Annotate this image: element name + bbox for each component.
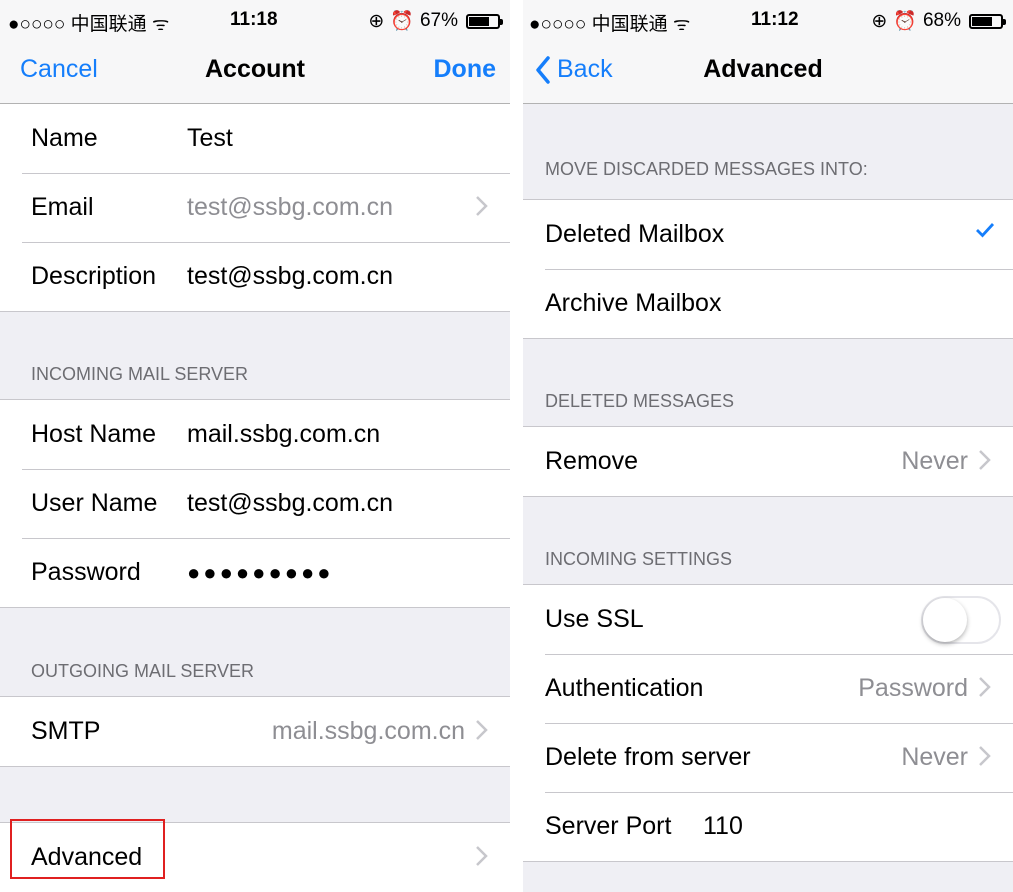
nav-bar: Back Advanced — [523, 38, 1013, 104]
authentication-value: Password — [858, 674, 968, 702]
remove-label: Remove — [545, 447, 639, 475]
name-row[interactable]: Name Test — [0, 104, 510, 173]
chevron-right-icon — [476, 846, 488, 866]
deleted-mailbox-row[interactable]: Deleted Mailbox — [523, 200, 1013, 269]
nav-bar: Cancel Account Done — [0, 38, 510, 104]
delete-from-server-value: Never — [901, 743, 968, 771]
battery-icon — [969, 13, 1006, 29]
account-screen: ●○○○○ 中国联通 ᯤ 11:18 ⊕ ⏰ 67% Cancel Accoun… — [0, 0, 510, 892]
advanced-row[interactable]: Advanced — [0, 819, 510, 892]
description-row[interactable]: Description test@ssbg.com.cn — [0, 242, 510, 311]
battery-percent: 67% — [419, 10, 458, 31]
carrier-signal: ●○○○○ 中国联通 ᯤ — [8, 14, 170, 35]
server-port-label: Server Port — [545, 812, 672, 840]
smtp-label: SMTP — [31, 717, 101, 745]
incoming-server-group: Host Name mail.ssbg.com.cn User Name tes… — [0, 399, 510, 608]
status-time: 11:18 — [230, 9, 278, 30]
server-port-field[interactable]: 110 — [703, 812, 743, 841]
name-label: Name — [31, 124, 98, 152]
account-content: Name Test Email test@ssbg.com.cn Descrip… — [0, 104, 510, 892]
email-value: test@ssbg.com.cn — [187, 193, 394, 221]
status-bar: ●○○○○ 中国联通 ᯤ 11:12 ⊕ ⏰ 68% — [523, 0, 1013, 38]
email-label: Email — [31, 193, 94, 221]
advanced-content: MOVE DISCARDED MESSAGES INTO: Deleted Ma… — [523, 104, 1013, 862]
status-right: ⊕ ⏰ 68% — [871, 9, 1006, 33]
battery-percent: 68% — [922, 10, 961, 31]
advanced-group: Advanced — [0, 819, 510, 892]
smtp-row[interactable]: SMTP mail.ssbg.com.cn — [0, 697, 510, 766]
status-bar: ●○○○○ 中国联通 ᯤ 11:18 ⊕ ⏰ 67% — [0, 0, 510, 38]
chevron-right-icon — [979, 746, 991, 766]
toggle-knob — [923, 598, 967, 642]
delete-from-server-label: Delete from server — [545, 743, 751, 771]
name-field[interactable]: Test — [187, 124, 233, 153]
done-button[interactable]: Done — [434, 55, 497, 84]
alarm-icon: ⏰ — [390, 11, 414, 32]
user-name-field[interactable]: test@ssbg.com.cn — [187, 489, 393, 518]
archive-mailbox-label: Archive Mailbox — [545, 289, 722, 317]
screen-divider — [510, 0, 523, 892]
archive-mailbox-row[interactable]: Archive Mailbox — [523, 269, 1013, 338]
page-title: Advanced — [703, 55, 823, 83]
password-row[interactable]: Password ●●●●●●●●● — [0, 538, 510, 607]
user-name-label: User Name — [31, 489, 158, 517]
account-group: Name Test Email test@ssbg.com.cn Descrip… — [0, 104, 510, 312]
host-name-field[interactable]: mail.ssbg.com.cn — [187, 420, 380, 449]
user-name-row[interactable]: User Name test@ssbg.com.cn — [0, 469, 510, 538]
chevron-right-icon — [476, 196, 488, 216]
deleted-messages-group: Remove Never — [523, 426, 1013, 497]
chevron-right-icon — [476, 720, 488, 740]
outgoing-mail-server-header: OUTGOING MAIL SERVER — [31, 661, 255, 681]
authentication-row[interactable]: Authentication Password — [523, 654, 1013, 723]
use-ssl-label: Use SSL — [545, 605, 644, 633]
smtp-value: mail.ssbg.com.cn — [271, 717, 465, 745]
battery-icon — [466, 13, 503, 29]
rotation-lock-icon: ⊕ — [871, 10, 888, 32]
rotation-lock-icon: ⊕ — [368, 10, 385, 32]
incoming-settings-header: INCOMING SETTINGS — [545, 549, 733, 569]
advanced-screen: ●○○○○ 中国联通 ᯤ 11:12 ⊕ ⏰ 68% Back Advanced… — [523, 0, 1013, 892]
alarm-icon: ⏰ — [893, 11, 917, 32]
authentication-label: Authentication — [545, 674, 704, 702]
checkmark-icon — [976, 223, 995, 238]
outgoing-server-group: SMTP mail.ssbg.com.cn — [0, 696, 510, 767]
use-ssl-row: Use SSL — [523, 585, 1013, 654]
incoming-mail-server-header: INCOMING MAIL SERVER — [31, 364, 249, 384]
host-name-label: Host Name — [31, 420, 157, 448]
email-row[interactable]: Email test@ssbg.com.cn — [0, 173, 510, 242]
remove-row[interactable]: Remove Never — [523, 427, 1013, 496]
carrier-signal: ●○○○○ 中国联通 ᯤ — [529, 14, 691, 35]
discarded-messages-header: MOVE DISCARDED MESSAGES INTO: — [545, 159, 868, 179]
discard-destination-group: Deleted Mailbox Archive Mailbox — [523, 199, 1013, 339]
remove-value: Never — [901, 447, 968, 475]
host-name-row[interactable]: Host Name mail.ssbg.com.cn — [0, 400, 510, 469]
use-ssl-toggle[interactable] — [921, 596, 1001, 644]
incoming-settings-group: Use SSL Authentication Password Delete f… — [523, 584, 1013, 862]
password-label: Password — [31, 558, 141, 586]
password-field[interactable]: ●●●●●●●●● — [187, 560, 334, 586]
description-label: Description — [31, 262, 157, 290]
status-time: 11:12 — [751, 9, 799, 30]
deleted-messages-header: DELETED MESSAGES — [545, 391, 735, 411]
description-field[interactable]: test@ssbg.com.cn — [187, 262, 393, 291]
chevron-right-icon — [979, 677, 991, 697]
server-port-row[interactable]: Server Port 110 — [523, 792, 1013, 861]
delete-from-server-row[interactable]: Delete from server Never — [523, 723, 1013, 792]
chevron-right-icon — [979, 450, 991, 470]
status-right: ⊕ ⏰ 67% — [368, 9, 503, 33]
deleted-mailbox-label: Deleted Mailbox — [545, 220, 725, 248]
advanced-label: Advanced — [31, 843, 143, 871]
